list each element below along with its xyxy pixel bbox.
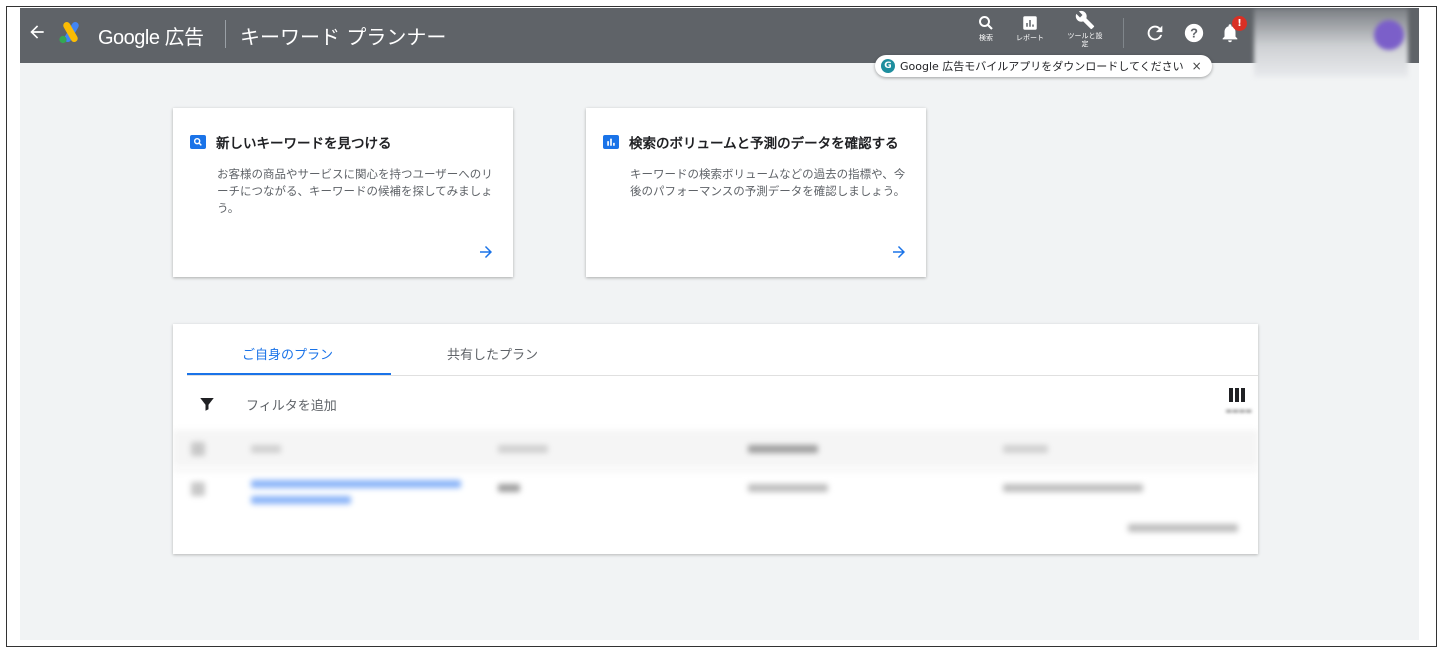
table-cell [748,484,828,492]
table-cell [1003,484,1143,492]
tab-shared-plans[interactable]: 共有したプラン [447,344,538,363]
brand-name[interactable]: Google 広告 [98,21,204,50]
card-header: 新しいキーワードを見つける [190,132,392,152]
tools-settings-button[interactable]: ツールと設定 [1063,10,1107,48]
app-window: Google 広告 キーワード プランナー 検索 レポート ツールと設定 ? !… [20,8,1419,640]
table-header [173,430,1258,466]
header-checkbox[interactable] [191,442,205,456]
plan-link[interactable] [251,480,461,488]
plans-panel: ご自身のプラン 共有したプラン フィルタを追加 ▬▬▬▬ [173,324,1258,554]
bar-chart-icon [603,135,619,149]
find-keywords-card[interactable]: 新しいキーワードを見つける お客様の商品やサービスに関心を持つユーザーへのリーチ… [173,108,513,277]
header-cell [1003,445,1048,453]
notification-badge: ! [1232,16,1247,31]
row-checkbox[interactable] [191,482,205,496]
columns-icon[interactable] [1229,388,1245,402]
plans-table-blurred [173,422,1258,554]
arrow-forward-icon[interactable] [890,243,908,261]
arrow-forward-icon[interactable] [477,243,495,261]
search-icon [979,16,993,30]
report-tool-button[interactable]: レポート [1008,14,1052,42]
wrench-icon [1075,10,1095,30]
back-arrow-icon[interactable] [27,22,47,42]
page-title: キーワード プランナー [240,25,447,49]
card-title: 新しいキーワードを見つける [216,136,392,152]
mobile-app-promo-chip[interactable]: G Google 広告モバイルアプリをダウンロードしてください × [875,55,1212,77]
plan-link[interactable] [251,496,351,504]
card-header: 検索のボリュームと予測のデータを確認する [603,132,899,152]
refresh-icon[interactable] [1144,22,1166,44]
header-separator [1123,18,1124,48]
top-app-bar: Google 広告 キーワード プランナー 検索 レポート ツールと設定 ? ! [20,8,1419,63]
search-icon [190,135,206,149]
search-volume-forecast-card[interactable]: 検索のボリュームと予測のデータを確認する キーワードの検索ボリュームなどの過去の… [586,108,926,277]
promo-app-icon: G [881,59,895,73]
tab-own-plans[interactable]: ご自身のプラン [242,344,333,363]
pagination[interactable] [1128,524,1238,532]
header-cell [251,445,281,453]
svg-text:?: ? [1190,26,1198,41]
google-ads-logo-icon[interactable] [58,20,84,44]
tools-settings-label: ツールと設定 [1067,32,1103,48]
card-title: 検索のボリュームと予測のデータを確認する [629,136,899,152]
tab-divider [187,375,1258,376]
header-cell [748,445,818,453]
report-icon [1023,16,1037,30]
avatar[interactable] [1374,20,1404,50]
filter-icon[interactable] [198,395,216,413]
search-tool-label: 検索 [979,34,993,42]
brand-divider [225,20,226,48]
add-filter-button[interactable]: フィルタを追加 [246,395,337,414]
promo-close-icon[interactable]: × [1192,59,1202,73]
table-cell [498,484,520,492]
columns-label-blurred: ▬▬▬▬ [1225,407,1252,415]
card-description: お客様の商品やサービスに関心を持つユーザーへのリーチにつながる、キーワードの候補… [217,167,493,215]
promo-text: Google 広告モバイルアプリをダウンロードしてください [900,60,1184,73]
table-rule [173,470,1258,471]
report-tool-label: レポート [1016,34,1044,42]
card-description: キーワードの検索ボリュームなどの過去の指標や、今後のパフォーマンスの予測データを… [630,167,906,198]
header-cell [498,445,548,453]
search-tool-button[interactable]: 検索 [964,14,1008,42]
help-icon[interactable]: ? [1183,22,1205,44]
